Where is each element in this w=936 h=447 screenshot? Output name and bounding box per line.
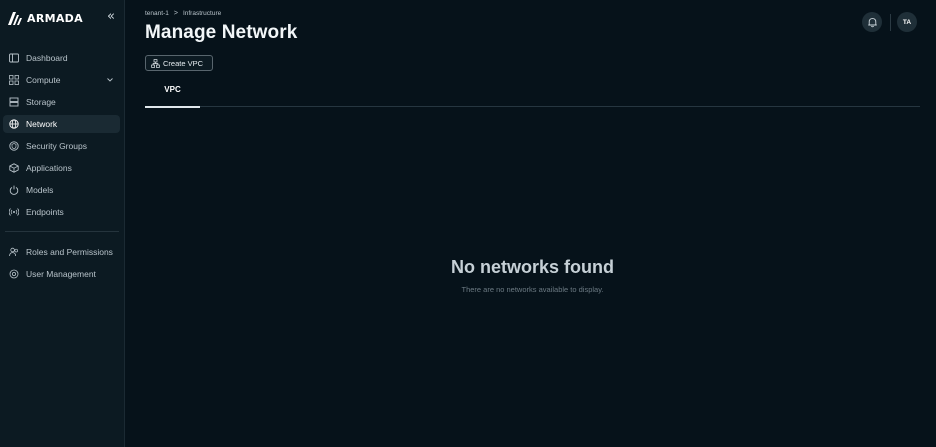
sidebar-item-models[interactable]: Models: [3, 181, 120, 199]
sidebar-item-endpoints[interactable]: Endpoints: [3, 203, 120, 221]
sidebar-item-label: Applications: [26, 163, 72, 173]
sidebar-nav: Dashboard Compute Storage Network Securi…: [0, 49, 125, 225]
sidebar-item-compute[interactable]: Compute: [3, 71, 120, 89]
sidebar-item-applications[interactable]: Applications: [3, 159, 120, 177]
brand-name: ARMADA: [27, 11, 83, 25]
broadcast-icon: [8, 207, 19, 218]
sidebar-item-label: Models: [26, 185, 54, 195]
panel-icon: [8, 53, 19, 64]
breadcrumb-item-tenant[interactable]: tenant-1: [145, 10, 169, 17]
cluster-icon: [8, 75, 19, 86]
create-vpc-label: Create VPC: [163, 58, 204, 68]
avatar[interactable]: TA: [897, 12, 917, 32]
sidebar-item-label: Network: [26, 119, 58, 129]
sidebar-item-network[interactable]: Network: [3, 115, 120, 133]
globe-icon: [8, 119, 19, 130]
box-icon: [8, 163, 19, 174]
power-icon: [8, 185, 19, 196]
breadcrumb-separator: >: [173, 10, 178, 17]
bell-icon: [867, 17, 877, 27]
sidebar-item-security-groups[interactable]: Security Groups: [3, 137, 120, 155]
notifications-button[interactable]: [862, 12, 882, 32]
users-icon: [8, 247, 19, 258]
empty-state-title: No networks found: [451, 257, 614, 277]
sidebar-item-roles-and-permissions[interactable]: Roles and Permissions: [3, 243, 120, 261]
breadcrumb: tenant-1 > Infrastructure: [145, 10, 221, 17]
sidebar-item-label: Storage: [26, 97, 56, 107]
sidebar-item-storage[interactable]: Storage: [3, 93, 120, 111]
sidebar-item-user-management[interactable]: User Management: [3, 265, 120, 283]
user-gear-icon: [8, 269, 19, 280]
sidebar-item-label: Endpoints: [26, 207, 64, 217]
sidebar-item-label: User Management: [26, 269, 96, 279]
collapse-sidebar-button[interactable]: «: [104, 10, 118, 24]
sidebar-item-dashboard[interactable]: Dashboard: [3, 49, 120, 67]
storage-icon: [8, 97, 19, 108]
tab-vpc[interactable]: VPC: [145, 80, 200, 108]
sidebar: ARMADA « Dashboard Compute Storage Netwo…: [0, 0, 125, 447]
breadcrumb-item-infrastructure[interactable]: Infrastructure: [183, 10, 221, 17]
brand[interactable]: ARMADA: [8, 10, 83, 26]
sidebar-item-label: Security Groups: [26, 141, 87, 151]
page-title: Manage Network: [145, 22, 298, 43]
create-vpc-button[interactable]: Create VPC: [145, 55, 213, 71]
sidebar-item-label: Compute: [26, 75, 61, 85]
sidebar-nav-secondary: Roles and Permissions User Management: [0, 243, 125, 287]
sidebar-item-label: Roles and Permissions: [26, 247, 113, 257]
shield-icon: [8, 141, 19, 152]
sidebar-divider: [5, 231, 119, 232]
tab-label: VPC: [164, 85, 181, 94]
header-divider: [890, 14, 891, 31]
network-add-icon: [151, 58, 160, 68]
chevron-down-icon: [107, 78, 113, 82]
tab-bar: VPC: [145, 80, 920, 108]
active-tab-indicator: [145, 106, 200, 108]
empty-state-description: There are no networks available to displ…: [461, 285, 604, 294]
armada-logo-icon: [8, 11, 22, 25]
sidebar-item-label: Dashboard: [26, 53, 68, 63]
